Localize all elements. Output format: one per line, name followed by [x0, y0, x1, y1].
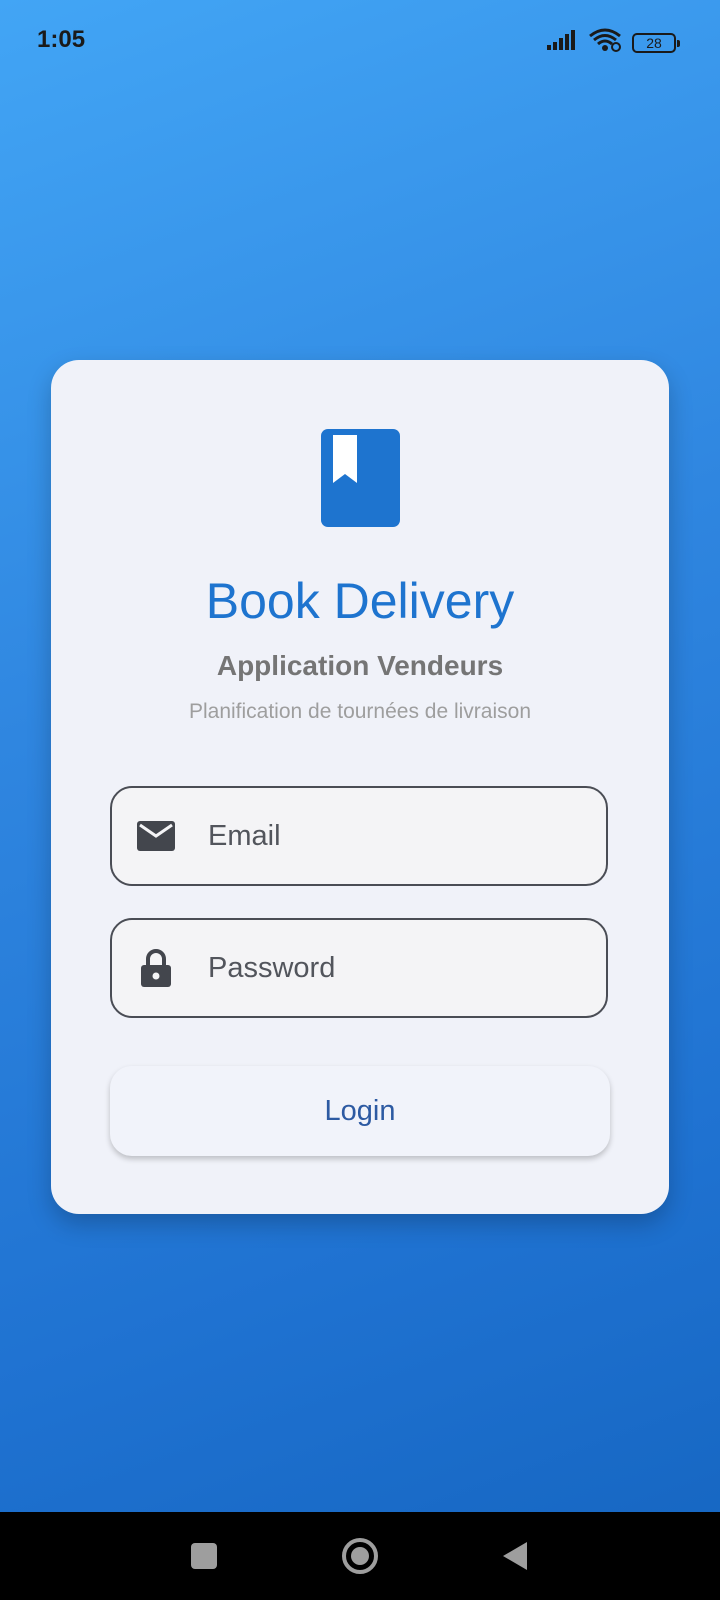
recents-button[interactable] [184, 1536, 224, 1576]
battery-icon: 28 [632, 32, 680, 53]
lock-icon [136, 948, 176, 988]
app-tagline: Planification de tournées de livraison [188, 700, 532, 723]
login-button[interactable]: Login [110, 1066, 610, 1156]
email-input[interactable] [206, 818, 590, 854]
password-input[interactable] [206, 950, 590, 986]
app-title: Book Delivery [205, 573, 515, 629]
status-bar: 1:05 28 [0, 0, 720, 84]
login-card: Book Delivery Application Vendeurs Plani… [51, 360, 669, 1214]
signal-icon [546, 29, 578, 56]
home-button[interactable] [340, 1536, 380, 1576]
battery-level: 28 [646, 34, 662, 51]
back-button[interactable] [495, 1536, 535, 1576]
password-field[interactable] [110, 918, 608, 1018]
status-time: 1:05 [37, 26, 86, 53]
email-field[interactable] [110, 786, 608, 886]
book-bookmark-icon [321, 429, 400, 527]
app-subtitle: Application Vendeurs [216, 650, 504, 681]
wifi-icon [588, 28, 622, 57]
mail-icon [136, 816, 176, 856]
status-icons: 28 [546, 28, 680, 57]
navigation-bar [0, 1512, 720, 1600]
